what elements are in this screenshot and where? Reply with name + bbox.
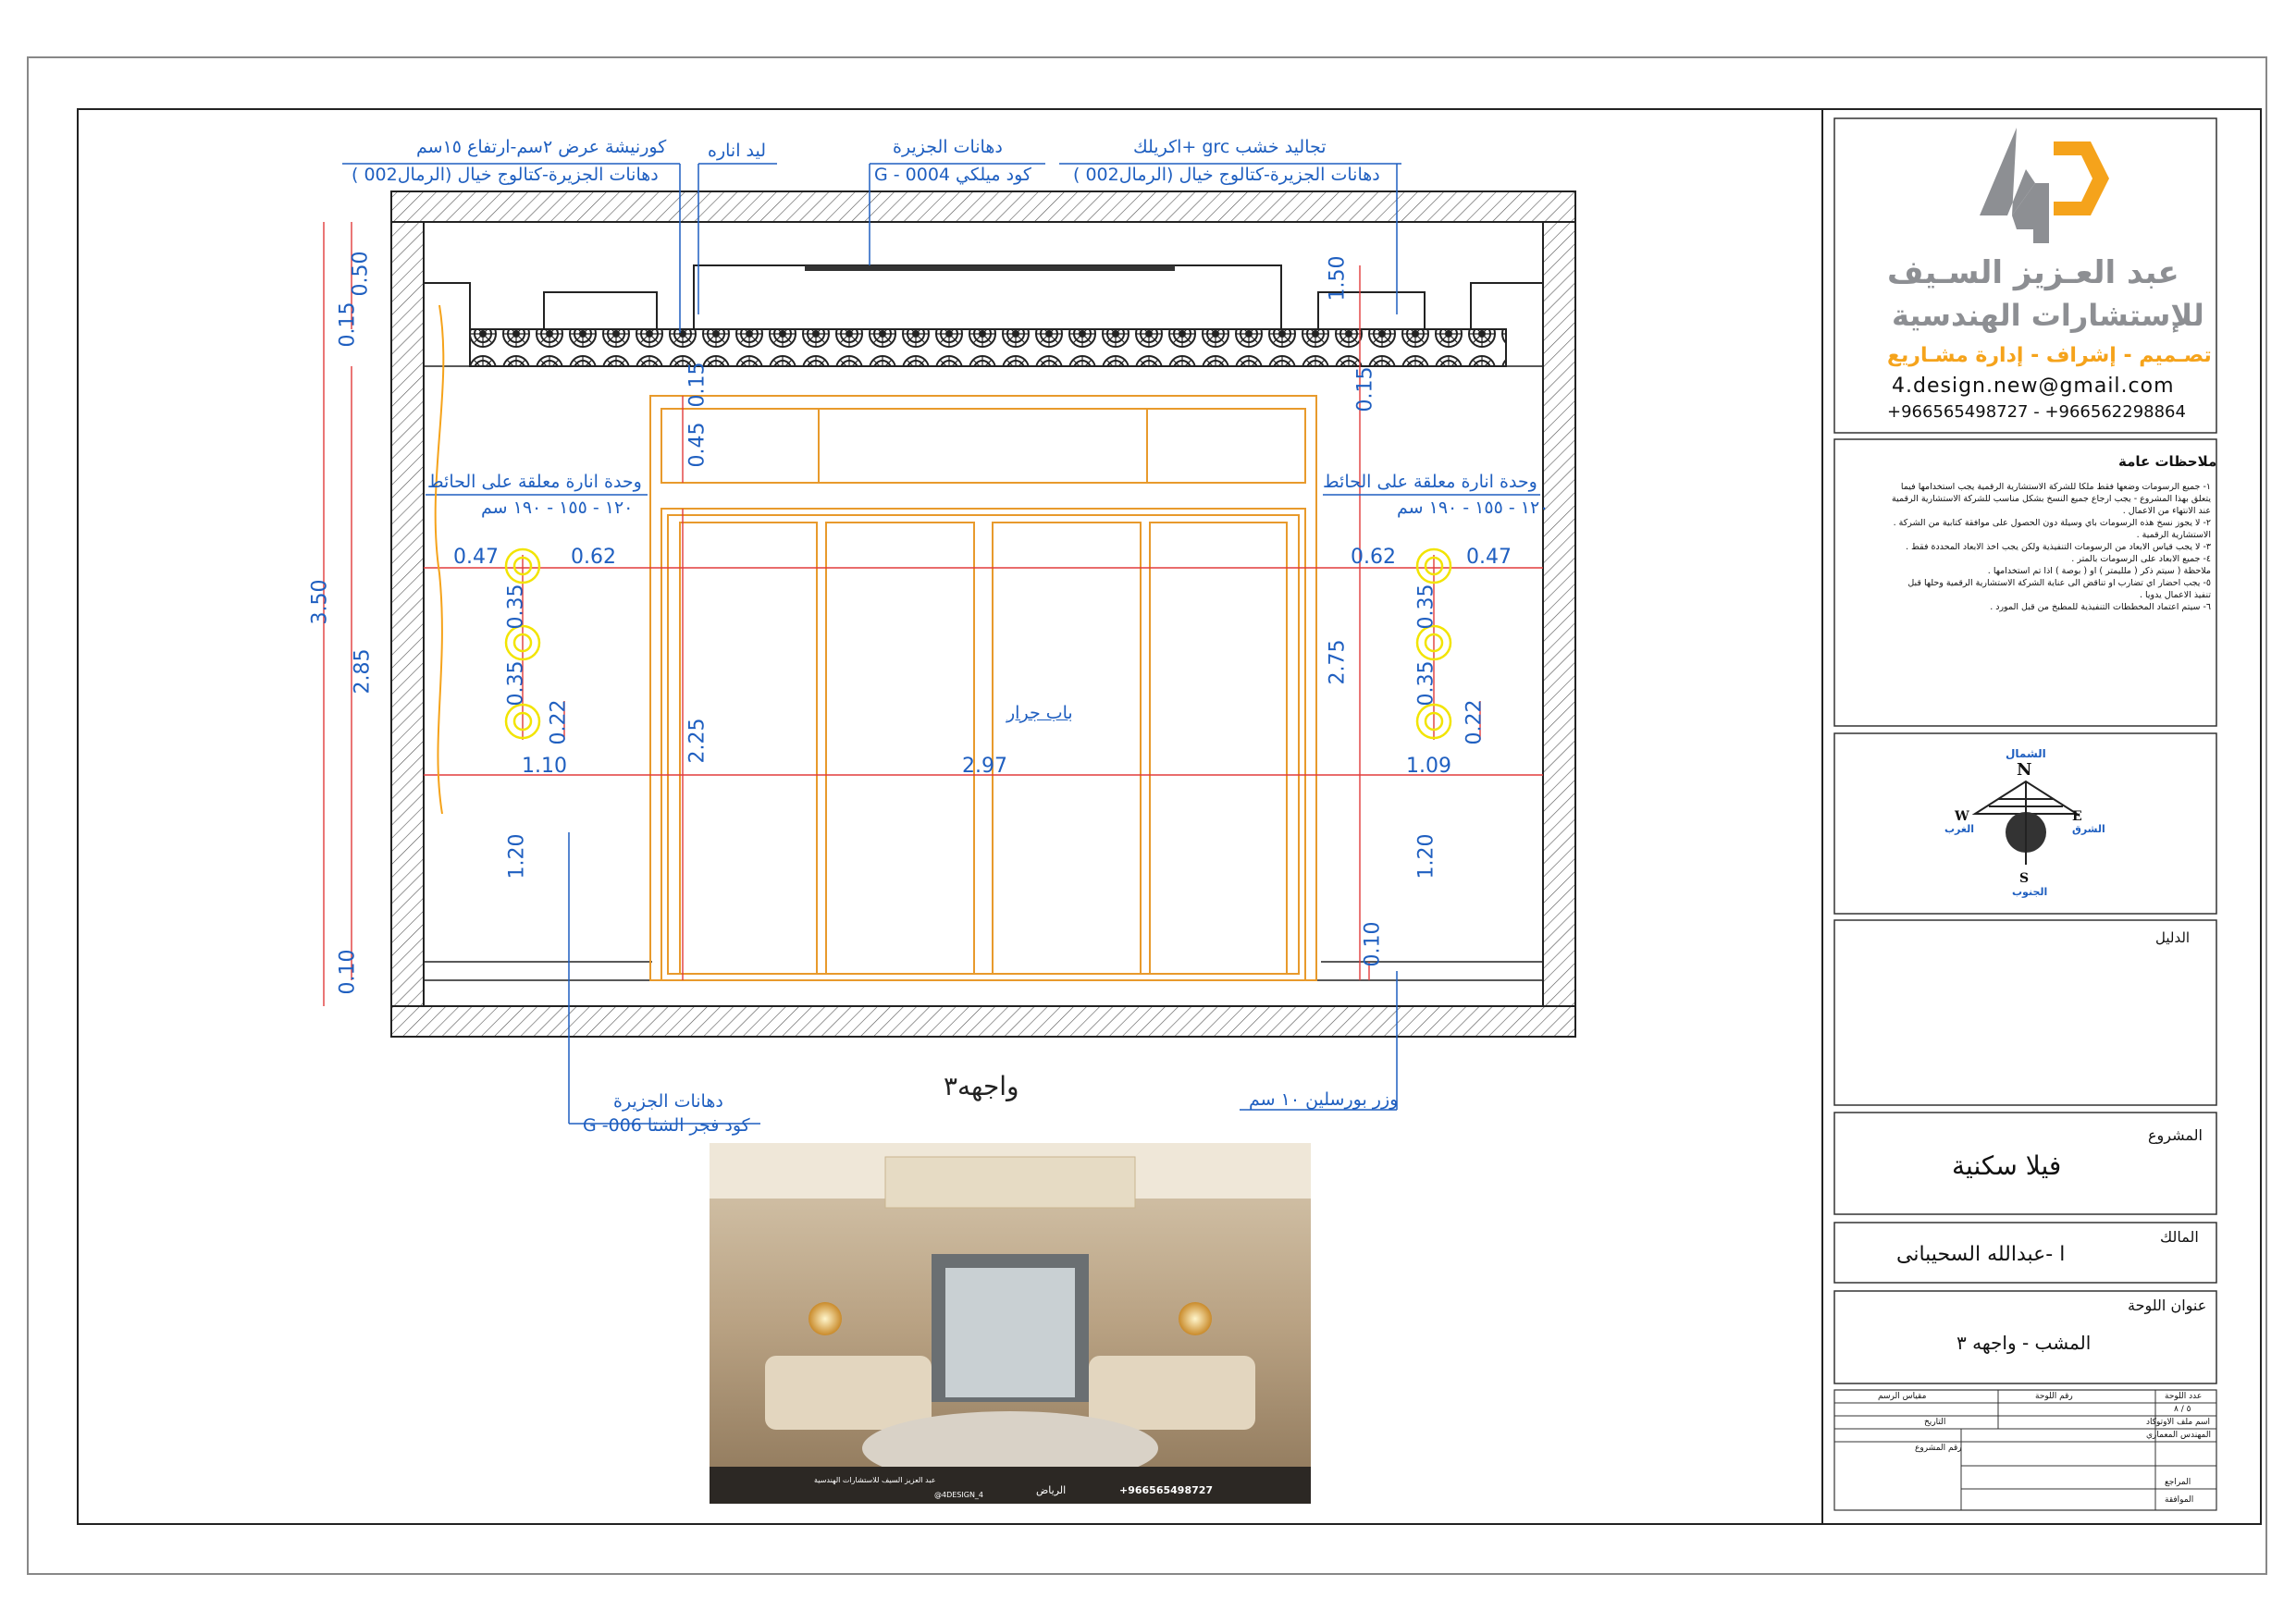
note-line: ٣- لا يجب قياس الابعاد من الرسومات التنف… [1906,542,2211,552]
note-line: ٤- جميع الابعاد على الرسومات بالمتر . [2071,554,2211,564]
paint-bottom-line1: دهانات الجزيرة [613,1091,723,1112]
paint-top-line1: دهانات الجزيرة [893,137,1003,157]
dim-0-15-b: 0.15 [685,362,710,408]
guide-label: الدليل [2155,929,2191,946]
interior-render [710,1143,1311,1504]
table-file-name: اسم ملف الاوتوكاد [2146,1418,2211,1427]
owner-label: المالك [2160,1228,2199,1246]
note-line: تنفيذ الاعمال يدويا . [2139,590,2211,600]
project-value: فيلا سكنية [1952,1150,2062,1181]
compass-s-ar: الجنوب [2012,886,2048,898]
company-email: 4.design.new@gmail.com [1892,375,2175,398]
dim-2-25: 2.25 [685,718,710,764]
render-company: عبد العزيز السيف للاستشارات الهندسية [814,1476,936,1484]
lamp-right-line1: وحدة انارة معلقة على الحائط [1323,472,1537,492]
dim-1-10: 1.10 [522,755,567,778]
owner-value: ا -عبدالله السحيبانى [1896,1243,2066,1266]
sheet-title-label: عنوان اللوحة [2128,1297,2207,1314]
dim-2-75: 2.75 [1326,639,1350,685]
dim-0-62-a: 0.62 [571,546,616,569]
render-phone: +966565498727 [1119,1484,1214,1496]
dim-2-85: 2.85 [351,648,375,695]
company-phones: +966565498727 - +966562298864 [1887,402,2186,422]
cornice-note-line1: كورنيشة عرض ٢سم-ارتفاع ١٥سم [416,137,667,157]
dim-0-47-b: 0.47 [1466,546,1512,569]
table-engineer: المهندس المعماري [2146,1431,2212,1440]
table-date: التاريخ [1924,1418,1946,1427]
table-review: المراجع [2165,1478,2191,1487]
note-line: ٥- يجب احضار اي تضارب او تناقض الى عناية… [1907,578,2211,588]
dim-0-15-c: 0.15 [1353,366,1377,412]
table-page: ٥ / ٨ [2174,1405,2191,1414]
dim-0-35-d: 0.35 [1414,660,1438,707]
sliding-door-label: باب جرار [1006,703,1073,723]
dim-1-50: 1.50 [1326,255,1350,301]
led-note: ليد اناره [708,141,767,161]
dim-0-10-b: 0.10 [1361,921,1385,967]
elevation-title: واجهه٣ [944,1071,1019,1101]
notes-title: ملاحظات عامة [2118,453,2217,470]
render-city: الرياض [1036,1484,1067,1496]
dim-0-10-a: 0.10 [336,949,360,995]
compass-n-ar: الشمال [2006,747,2046,760]
dim-1-20-b: 1.20 [1414,833,1438,879]
company-name-line2: للإستشارات الهندسية [1892,298,2204,333]
dim-1-09: 1.09 [1406,755,1451,778]
compass-e-ar: الشرق [2072,823,2105,835]
note-line: يتعلق بهذا المشروع - يجب ارجاع جميع النس… [1892,494,2211,504]
note-line: ١- جميع الرسومات وضعها فقط ملكا للشركة ا… [1900,482,2211,492]
dim-0-62-b: 0.62 [1351,546,1396,569]
compass-w-ar: الغرب [1944,823,1975,835]
dim-0-47-a: 0.47 [453,546,499,569]
dim-0-35-c: 0.35 [1414,584,1438,630]
note-line: ملاحظة ( سيتم ذكر ( ملليمتر ) او ( بوصة … [1987,566,2211,576]
dim-1-20-a: 1.20 [505,833,529,879]
dim-0-35-b: 0.35 [504,660,528,707]
lamp-left-line2: ١٢٠ - ١٥٥ - ١٩٠ سم [481,498,634,518]
dim-3-50: 3.50 [308,579,332,625]
dim-0-22-a: 0.22 [547,699,571,745]
paint-top-line2: كود ميلكي G - 0004 [874,165,1031,185]
paint-bottom-line2: كود فجر الشتا G -006 [583,1115,750,1136]
company-services: تصـميم - إشراف - إدارة مشـاريع [1887,344,2212,367]
wood-note-line2: دهانات الجزيرة-كتالوج خيال (الرمال002 ) [1073,165,1380,185]
table-project-no: رقم المشروع [1915,1444,1962,1453]
sliding-door [649,395,1317,981]
table-scale: مقياس الرسم [1878,1392,1927,1401]
note-line: عند الانتهاء من الاعمال . [2122,506,2211,516]
dim-0-22-b: 0.22 [1463,699,1487,745]
project-label: المشروع [2148,1126,2203,1144]
table-approval: الموافقة [2165,1495,2194,1505]
compass-w: W [1955,809,1969,824]
note-line: ٦- سيتم اعتماد المخططات التنفيذية للمطبخ… [1990,602,2211,612]
cornice-note-line2: دهانات الجزيرة-كتالوج خيال (الرمال002 ) [352,165,659,185]
skirting-note: وزر بورسلين ١٠ سم [1249,1089,1399,1110]
compass [1971,780,2080,865]
company-logo [1980,128,2109,243]
note-line: ٢- لا يجوز نسخ هذه الرسومات باي وسيلة دو… [1893,518,2211,528]
lamp-left-line1: وحدة انارة معلقة على الحائط [427,472,642,492]
dim-0-35-a: 0.35 [504,584,528,630]
render-handle: @4DESIGN_4 [934,1491,984,1499]
notes-list: ١- جميع الرسومات وضعها فقط ملكا للشركة ا… [1841,481,2211,613]
dim-2-97: 2.97 [962,755,1007,778]
lamp-right-line2: ١٢٠ - ١٥٥ - ١٩٠ سم [1397,498,1549,518]
dim-0-50-a: 0.50 [349,251,373,297]
dim-0-15-a: 0.15 [336,301,360,348]
table-sheet-count: عدد اللوحة [2165,1392,2203,1401]
lamp-cable [434,304,445,815]
sheet-title-value: المشب - واجهه ٣ [1957,1332,2092,1354]
table-sheet-no: رقم اللوحة [2035,1392,2073,1401]
company-name-line1: عبد العـزيز السـيف [1887,254,2179,291]
dim-0-45: 0.45 [685,422,710,468]
compass-s: S [2019,871,2030,886]
wood-note-line1: تجاليد خشب grc +اكريلك [1133,137,1327,157]
wall-lights [504,547,1452,740]
note-line: الاستشارية الرقمية . [2136,530,2211,540]
compass-n: N [2017,760,2032,780]
compass-e: E [2072,809,2082,824]
elevation-drawing-sheet [27,56,2267,1575]
